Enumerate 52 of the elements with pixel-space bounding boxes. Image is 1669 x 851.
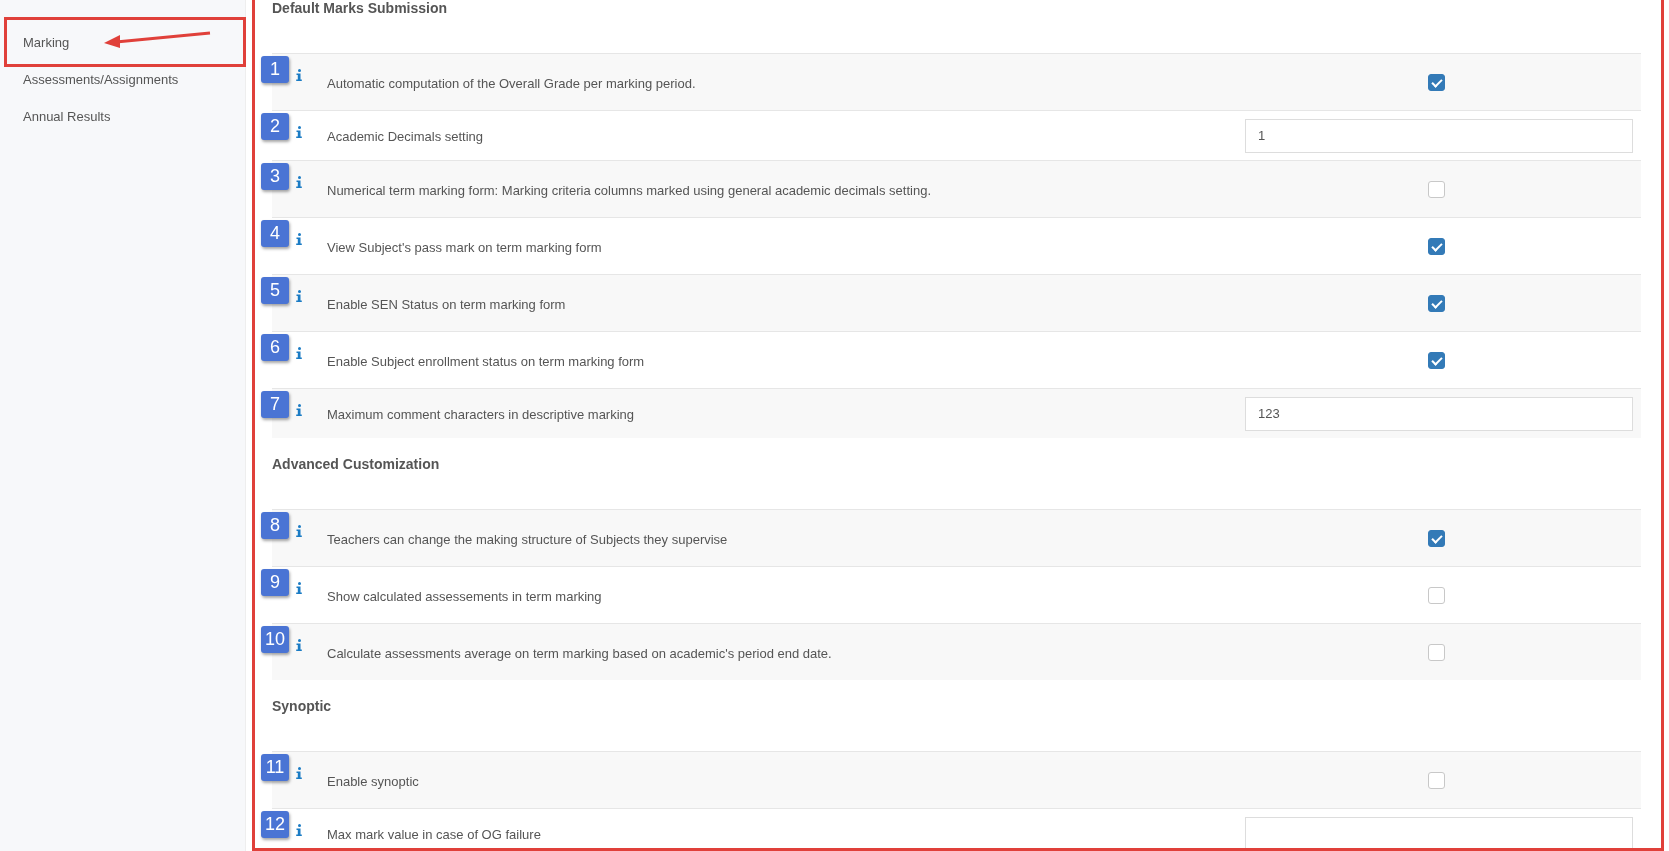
number-badge: 3 xyxy=(261,163,289,190)
setting-label: Max mark value in case of OG failure xyxy=(326,827,542,842)
setting-label: Academic Decimals setting xyxy=(326,129,485,144)
setting-label: Show calculated assessements in term marking xyxy=(326,588,603,604)
checkbox[interactable] xyxy=(1428,180,1445,198)
info-icon[interactable] xyxy=(296,404,302,416)
setting-label: Automatic computation of the Overall Grade per marking period. xyxy=(326,75,697,91)
number-badge: 8 xyxy=(261,512,289,539)
setting-label: Numerical term marking form: Marking criteria columns marked using general academic decimals setting. xyxy=(326,182,932,198)
section-title: Advanced Customization xyxy=(272,456,440,472)
info-icon[interactable] xyxy=(296,767,302,779)
input-field[interactable]: 1 xyxy=(1245,118,1633,153)
section-title: Synoptic xyxy=(272,698,332,714)
setting-label: Teachers can change the making structure of Subjects they supervise xyxy=(326,531,729,547)
number-badge: 4 xyxy=(261,220,289,247)
info-icon[interactable] xyxy=(296,525,302,537)
setting-label: Calculate assessments average on term marking based on academic's period end date. xyxy=(326,645,833,661)
checkbox[interactable] xyxy=(1428,237,1445,255)
number-badge: 6 xyxy=(261,334,289,361)
number-badge: 12 xyxy=(261,811,289,838)
checkbox[interactable] xyxy=(1428,643,1445,661)
input-field[interactable] xyxy=(1245,816,1633,848)
number-badge: 11 xyxy=(261,754,289,781)
number-badge: 5 xyxy=(261,277,289,304)
input-field[interactable]: 123 xyxy=(1245,396,1633,431)
info-icon[interactable] xyxy=(296,290,302,302)
sidebar-item[interactable]: Marking xyxy=(4,17,246,67)
info-icon[interactable] xyxy=(296,126,302,138)
setting-label: View Subject's pass mark on term marking form xyxy=(326,239,603,255)
checkbox[interactable] xyxy=(1428,529,1445,547)
checkbox[interactable] xyxy=(1428,586,1445,604)
setting-label: Enable SEN Status on term marking form xyxy=(326,296,567,312)
info-icon[interactable] xyxy=(296,582,302,594)
section-title: Default Marks Submission xyxy=(272,0,448,16)
checkbox[interactable] xyxy=(1428,294,1445,312)
number-badge: 2 xyxy=(261,113,289,140)
setting-label: Enable Subject enrollment status on term marking form xyxy=(326,353,646,369)
setting-label: Maximum comment characters in descriptive marking xyxy=(326,407,636,422)
number-badge: 7 xyxy=(261,391,289,418)
info-icon[interactable] xyxy=(296,639,302,651)
checkbox[interactable] xyxy=(1428,73,1445,91)
info-icon[interactable] xyxy=(296,347,302,359)
info-icon[interactable] xyxy=(296,233,302,245)
checkbox[interactable] xyxy=(1428,351,1445,369)
number-badge: 9 xyxy=(261,569,289,596)
info-icon[interactable] xyxy=(296,176,302,188)
checkbox[interactable] xyxy=(1428,771,1445,789)
info-icon[interactable] xyxy=(296,69,302,81)
info-icon[interactable] xyxy=(296,824,302,836)
number-badge: 1 xyxy=(261,56,289,83)
number-badge: 10 xyxy=(261,626,289,653)
setting-label: Enable synoptic xyxy=(326,773,420,789)
